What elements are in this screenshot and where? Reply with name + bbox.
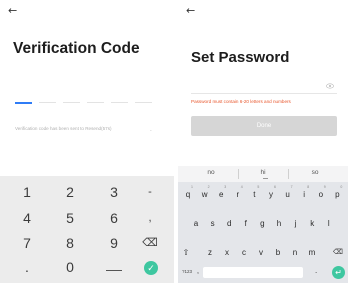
key-9[interactable]: 9 (94, 232, 134, 254)
key-number-hint: 5 (257, 185, 260, 189)
key-j[interactable]: j (288, 215, 304, 233)
key-n[interactable]: n (287, 244, 303, 262)
password-field[interactable] (191, 93, 337, 94)
set-password-screen: ← Set Password Password must contain 6-2… (178, 0, 348, 283)
key-r[interactable]: r (230, 186, 246, 204)
key-number-hint: 0 (340, 185, 343, 189)
key-u[interactable]: u (280, 186, 296, 204)
key-y[interactable]: y (263, 186, 279, 204)
done-button[interactable]: Done (191, 116, 337, 136)
key-number-hint: 3 (224, 185, 227, 189)
key-number-hint: 7 (290, 185, 293, 189)
key-number-hint: 1 (191, 185, 193, 189)
verification-code-screen: ← Verification Code Verification code ha… (0, 0, 174, 283)
key-z[interactable]: z (202, 244, 218, 262)
code-digit-slot[interactable] (135, 102, 152, 103)
divider (288, 169, 289, 179)
key-4[interactable]: 4 (7, 207, 47, 229)
key-number-hint: 8 (307, 185, 310, 189)
key-d[interactable]: d (221, 215, 237, 233)
key-comma[interactable]: , (130, 207, 170, 229)
key-8[interactable]: 8 (50, 232, 90, 254)
key-w[interactable]: w (197, 186, 213, 204)
space-key[interactable] (106, 270, 122, 271)
shift-icon[interactable]: ⇧ (179, 244, 193, 262)
key-2[interactable]: 2 (50, 181, 90, 203)
code-digit-slot[interactable] (63, 102, 80, 103)
code-digit-slot[interactable] (15, 102, 32, 104)
back-arrow-icon[interactable]: ← (186, 4, 195, 17)
key-0[interactable]: 0 (50, 256, 90, 278)
enter-icon[interactable]: ↵ (332, 266, 345, 279)
suggestion-item[interactable]: hi (238, 169, 288, 176)
key-b[interactable]: b (270, 244, 286, 262)
key-t[interactable]: t (246, 186, 262, 204)
key-l[interactable]: l (321, 215, 337, 233)
key-c[interactable]: c (236, 244, 252, 262)
password-hint: Password must contain 6-20 letters and n… (191, 99, 291, 104)
key-minus[interactable]: - (130, 181, 170, 203)
key-x[interactable]: x (219, 244, 235, 262)
confirm-check-icon[interactable]: ✓ (144, 261, 158, 275)
code-digit-slot[interactable] (111, 102, 128, 103)
key-v[interactable]: v (253, 244, 269, 262)
suggestion-item[interactable]: so (290, 169, 340, 176)
period-key[interactable]: . (315, 266, 317, 275)
key-1[interactable]: 1 (7, 181, 47, 203)
key-number-hint: 4 (240, 185, 243, 189)
key-number-hint: 6 (274, 185, 276, 189)
page-title: Set Password (191, 49, 290, 66)
key-s[interactable]: s (205, 215, 221, 233)
backspace-icon[interactable]: ⌫ (130, 232, 170, 254)
key-o[interactable]: o (313, 186, 329, 204)
numeric-keypad: 1 2 3 - 4 5 6 , 7 8 9 ⌫ . 0 ✓ (0, 176, 174, 283)
key-5[interactable]: 5 (50, 207, 90, 229)
qwerty-keyboard: no hi so ⇧ ⌫ ?123 , . ↵ q1w2e3r4t5y6u7i8… (178, 166, 348, 283)
key-h[interactable]: h (271, 215, 287, 233)
suggestion-item[interactable]: no (186, 169, 236, 176)
backspace-icon[interactable]: ⌫ (330, 244, 346, 262)
key-i[interactable]: i (296, 186, 312, 204)
resend-marker[interactable]: - (150, 128, 152, 134)
space-bar[interactable] (203, 267, 303, 278)
code-input[interactable] (15, 102, 155, 108)
code-digit-slot[interactable] (87, 102, 104, 103)
key-decimal[interactable]: . (7, 256, 47, 278)
page-title: Verification Code (13, 40, 140, 57)
key-f[interactable]: f (238, 215, 254, 233)
key-g[interactable]: g (254, 215, 270, 233)
key-a[interactable]: a (188, 215, 204, 233)
key-7[interactable]: 7 (7, 232, 47, 254)
key-e[interactable]: e (213, 186, 229, 204)
back-arrow-icon[interactable]: ← (8, 4, 17, 17)
key-3[interactable]: 3 (94, 181, 134, 203)
mode-switch-key[interactable]: ?123 (182, 269, 192, 274)
key-q[interactable]: q (180, 186, 196, 204)
code-digit-slot[interactable] (39, 102, 56, 103)
code-sent-note: Verification code has been sent to Resen… (15, 126, 112, 131)
key-p[interactable]: p (329, 186, 345, 204)
key-k[interactable]: k (304, 215, 320, 233)
suggestion-more-indicator (263, 178, 268, 179)
comma-key[interactable]: , (194, 263, 202, 281)
key-number-hint: 2 (207, 185, 210, 189)
key-number-hint: 9 (323, 185, 326, 189)
suggestion-bar: no hi so (178, 166, 348, 182)
key-6[interactable]: 6 (94, 207, 134, 229)
eye-icon[interactable] (326, 83, 334, 89)
key-m[interactable]: m (304, 244, 320, 262)
